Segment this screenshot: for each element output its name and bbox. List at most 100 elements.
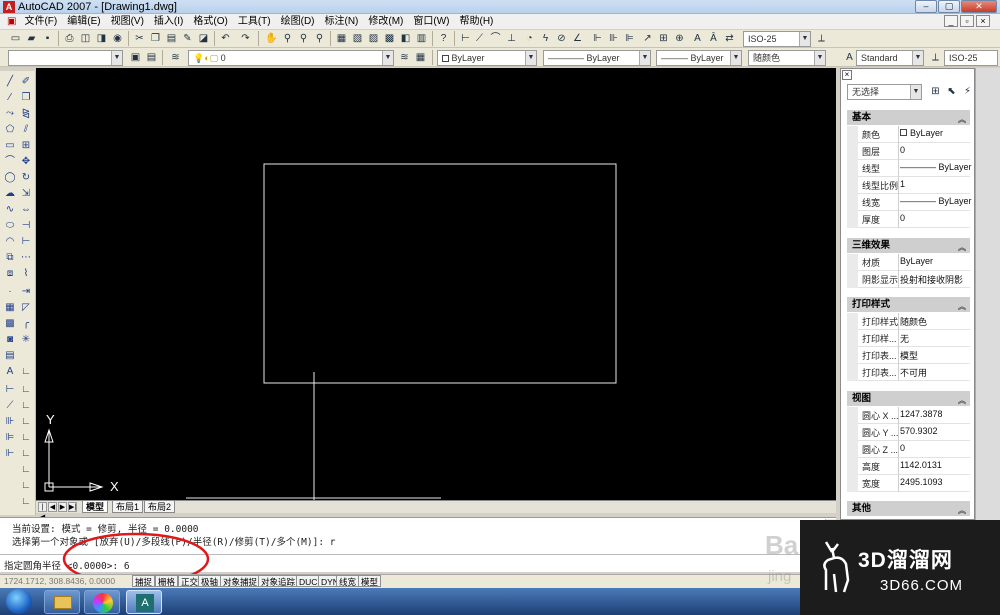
copy-object-icon[interactable]: ❐ (19, 91, 33, 105)
doc-icon[interactable]: ▣ (4, 14, 19, 29)
model-toggle[interactable]: 模型 (358, 575, 382, 587)
explode-icon[interactable]: ✳ (19, 333, 33, 347)
markup-icon[interactable]: ◧ (398, 31, 413, 46)
color-app-taskbar-icon[interactable] (84, 590, 120, 614)
dim-baseline-side-icon[interactable]: ⊪ (3, 415, 17, 429)
prop-linetype-scale[interactable]: 线型比例 1 (858, 177, 970, 194)
prop-thickness[interactable]: 厚度 0 (858, 211, 970, 228)
prop-color[interactable]: 颜色 ByLayer (858, 126, 970, 143)
tab-prev-icon[interactable]: ◀ (48, 502, 57, 512)
dimstyle-icon[interactable]: ⟂ (814, 31, 829, 46)
prop-plot-table-type[interactable]: 打印表... 不可用 (858, 364, 970, 381)
zoom-window-icon[interactable]: ⚲ (296, 31, 311, 46)
ucs-icon[interactable]: ∟ (19, 365, 33, 379)
table-icon[interactable]: ▤ (3, 349, 17, 363)
scale-icon[interactable]: ⇲ (19, 187, 33, 201)
arc-icon[interactable]: ⌒ (3, 155, 17, 169)
3d-dwf-icon[interactable]: ◉ (110, 31, 125, 46)
tab-last-icon[interactable]: ▶| (68, 502, 77, 512)
new-icon[interactable]: ▭ (8, 31, 23, 46)
insert-block-icon[interactable]: ⧉ (3, 251, 17, 265)
quick-dim-icon[interactable]: ⊩ (590, 31, 605, 46)
tab-layout2[interactable]: 布局2 (144, 501, 176, 513)
move-icon[interactable]: ✥ (19, 155, 33, 169)
lineweight-combo[interactable]: ——— ByLayer ▼ (656, 50, 742, 66)
menu-draw[interactable]: 绘图(D) (276, 14, 320, 29)
ucs-origin-icon[interactable]: ∟ (19, 463, 33, 477)
dim-style-icon[interactable]: ⟂ (928, 50, 943, 65)
leader-icon[interactable]: ↗ (640, 31, 655, 46)
polar-toggle[interactable]: 极轴 (198, 575, 222, 587)
copy-icon[interactable]: ❐ (148, 31, 163, 46)
explorer-taskbar-icon[interactable] (44, 590, 80, 614)
dim-aligned-side-icon[interactable]: ⟋ (3, 399, 17, 413)
tab-next-icon[interactable]: ▶ (58, 502, 67, 512)
otrack-toggle[interactable]: 对象追踪 (258, 575, 299, 587)
prop-width[interactable]: 宽度 2495.1093 (858, 475, 970, 492)
workspace-combo[interactable]: ▼ (8, 50, 123, 66)
tab-layout1[interactable]: 布局1 (112, 501, 144, 513)
prop-layer[interactable]: 图层 0 (858, 143, 970, 160)
sheet-set-icon[interactable]: ▩ (382, 31, 397, 46)
start-button-icon[interactable] (6, 589, 32, 614)
dim-linear-side-icon[interactable]: ⊢ (3, 383, 17, 397)
ucs-face-icon[interactable]: ∟ (19, 415, 33, 429)
tab-model[interactable]: 模型 (82, 501, 109, 513)
section-3d-visualization[interactable]: 三维效果 ︽ (847, 238, 970, 253)
prop-plot-style-table[interactable]: 打印样... 无 (858, 330, 970, 347)
radius-dim-icon[interactable]: ◔ (522, 31, 537, 46)
menu-dimension[interactable]: 标注(N) (320, 14, 364, 29)
prop-center-x[interactable]: 圆心 X ... 1247.3878 (858, 407, 970, 424)
prop-material[interactable]: 材质 ByLayer (858, 254, 970, 271)
layer-previous-icon[interactable]: ≋ (397, 50, 412, 65)
dim-text-edit-icon[interactable]: Ā (706, 31, 721, 46)
menu-help[interactable]: 帮助(H) (455, 14, 499, 29)
layer-combo[interactable]: 💡◐▢ 0 ▼ (188, 50, 394, 66)
zoom-previous-icon[interactable]: ⚲ (312, 31, 327, 46)
menu-tools[interactable]: 工具(T) (233, 14, 276, 29)
layer-manager-icon[interactable]: ≋ (168, 50, 183, 65)
ellipse-arc-icon[interactable]: ◠ (3, 235, 17, 249)
minimize-button[interactable]: – (915, 0, 937, 13)
make-block-icon[interactable]: ⧈ (3, 267, 17, 281)
revcloud-icon[interactable]: ☁ (3, 187, 17, 201)
grid-toggle[interactable]: 栅格 (155, 575, 179, 587)
osnap-toggle[interactable]: 对象捕捉 (220, 575, 261, 587)
ucs-zaxis-icon[interactable]: ∟ (19, 479, 33, 493)
autocad-taskbar-icon[interactable]: A (126, 590, 162, 614)
fillet-icon[interactable]: ╭ (19, 317, 33, 331)
doc-minimize-button[interactable]: _ (944, 15, 958, 27)
section-misc[interactable]: 其他 ︽ (847, 501, 970, 516)
angular-dim-icon[interactable]: ∠ (570, 31, 585, 46)
center-mark-icon[interactable]: ⊕ (672, 31, 687, 46)
aligned-dim-icon[interactable]: ⟋ (472, 31, 487, 46)
prop-center-z[interactable]: 圆心 Z ... 0 (858, 441, 970, 458)
trim-icon[interactable]: ⊣ (19, 219, 33, 233)
prop-lineweight[interactable]: 线宽 ———— ByLayer (858, 194, 972, 211)
paste-icon[interactable]: ▤ (164, 31, 179, 46)
color-combo[interactable]: ByLayer ▼ (437, 50, 537, 66)
drawing-canvas[interactable]: Y X (36, 68, 836, 500)
pan-icon[interactable]: ✋ (264, 31, 279, 46)
prop-linetype[interactable]: 线型 ———— ByLayer (858, 160, 972, 177)
quickcalc-icon[interactable]: ▥ (414, 31, 429, 46)
print-preview-icon[interactable]: ◫ (78, 31, 93, 46)
break-icon[interactable]: ⌇ (19, 267, 33, 281)
region-icon[interactable]: ◙ (3, 333, 17, 347)
toggle-pickadd-icon[interactable]: ⊞ (928, 84, 943, 99)
rectangle-icon[interactable]: ▭ (3, 139, 17, 153)
ucs-view-icon[interactable]: ∟ (19, 447, 33, 461)
menu-format[interactable]: 格式(O) (188, 14, 232, 29)
polyline-icon[interactable]: ⤳ (3, 107, 17, 121)
prop-plot-table-attached[interactable]: 打印表... 模型 (858, 347, 970, 364)
palette-close-icon[interactable]: × (842, 70, 852, 80)
select-objects-icon[interactable]: ⬉ (944, 84, 959, 99)
gradient-icon[interactable]: ▩ (3, 317, 17, 331)
section-view[interactable]: 视图 ︽ (847, 391, 970, 406)
maximize-button[interactable]: ▢ (938, 0, 960, 13)
textstyle-combo[interactable]: Standard ▼ (856, 50, 924, 66)
polygon-icon[interactable]: ⬠ (3, 123, 17, 137)
close-button[interactable]: ✕ (961, 0, 997, 13)
tolerance-icon[interactable]: ⊞ (656, 31, 671, 46)
quick-select-icon[interactable]: ⚡ (960, 84, 975, 99)
